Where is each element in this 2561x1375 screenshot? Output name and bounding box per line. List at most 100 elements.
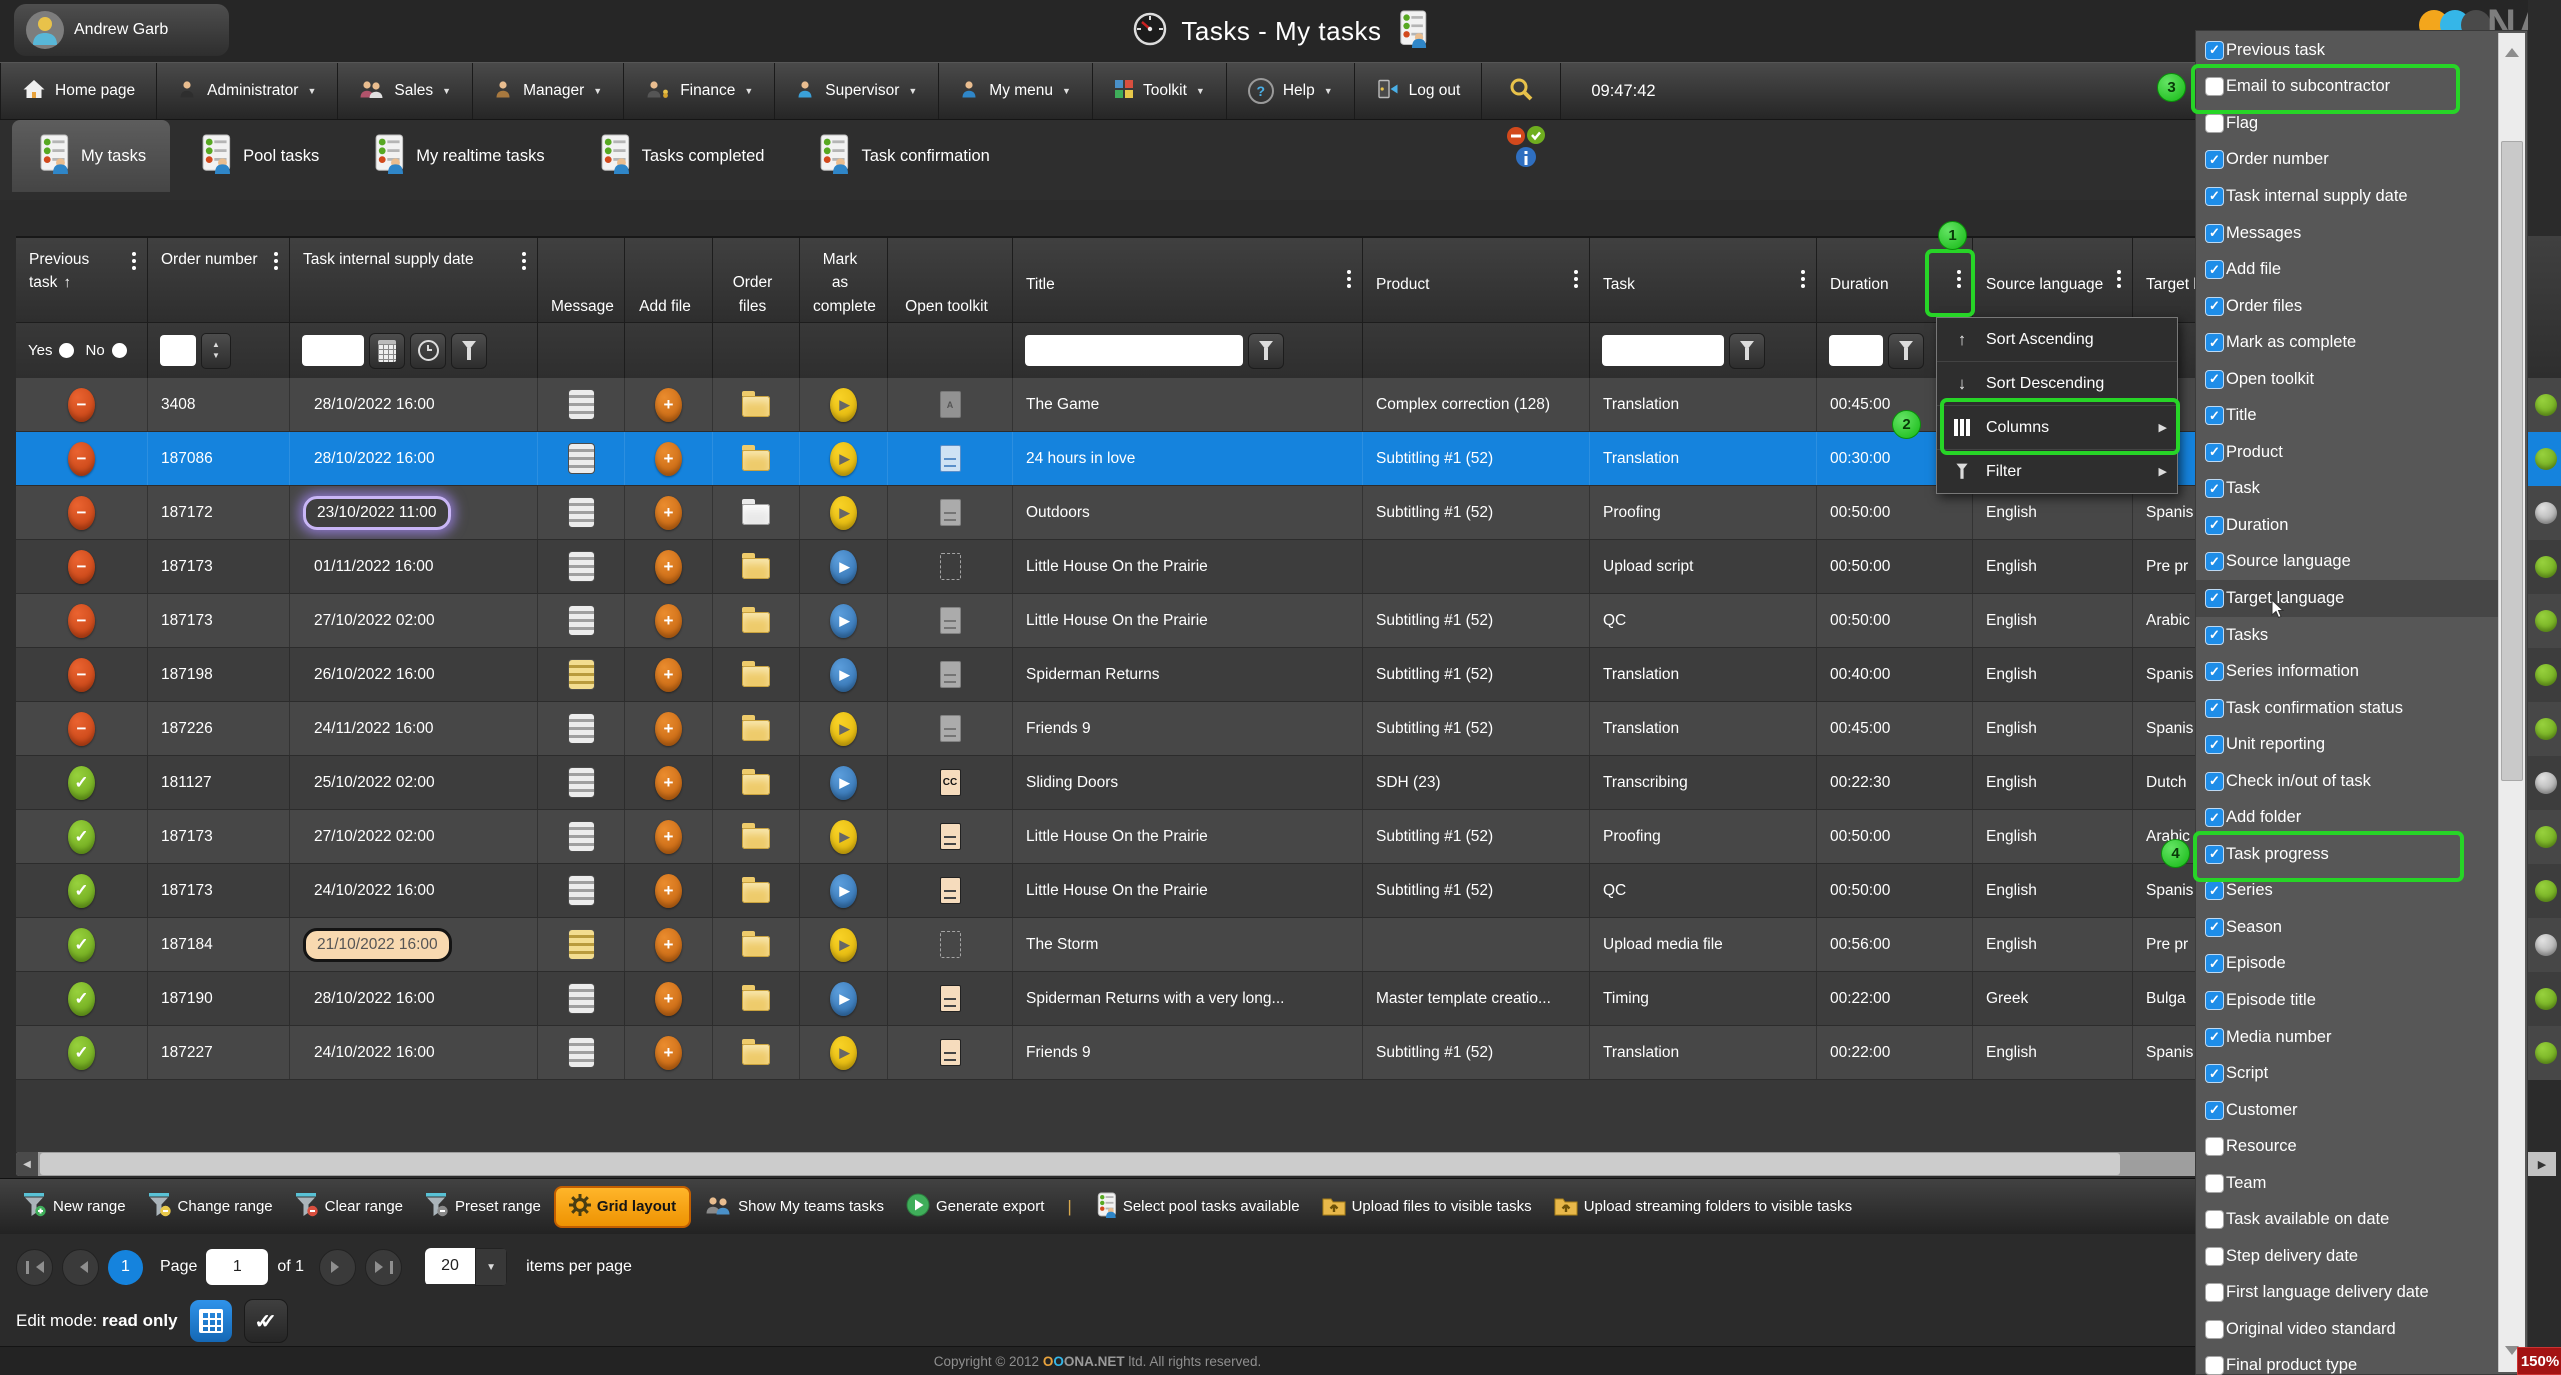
horizontal-scrollbar[interactable]: ◀ [16, 1152, 2528, 1176]
column-header-task-internal-supply-date[interactable]: Task internal supply date [290, 238, 538, 330]
order-files-folder-icon[interactable] [742, 450, 770, 471]
search-button[interactable] [1482, 63, 1561, 119]
title-filter-input[interactable] [1025, 335, 1243, 366]
column-toggle-product[interactable]: ✓ Product [2196, 434, 2501, 471]
message-icon[interactable] [568, 389, 595, 420]
nav-item-supervisor[interactable]: Supervisor ▼ [775, 63, 939, 119]
column-header-add-file[interactable]: Add file [625, 238, 713, 330]
task-incomplete-icon[interactable]: − [68, 604, 95, 638]
tab-task-confirmation[interactable]: Task confirmation [792, 120, 1013, 192]
open-toolkit-icon[interactable] [940, 877, 961, 904]
scroll-left-icon[interactable]: ◀ [16, 1152, 38, 1176]
checkbox-icon[interactable]: ✓ [2205, 516, 2224, 535]
toolbar-button-grid-layout[interactable]: Grid layout [554, 1186, 691, 1228]
order-files-folder-icon[interactable] [742, 936, 770, 957]
checkbox-icon[interactable]: ✓ [2205, 1101, 2224, 1120]
toolbar-button-new-range[interactable]: New range [14, 1187, 135, 1227]
checkbox-icon[interactable]: ✓ [2205, 772, 2224, 791]
current-page-button[interactable]: 1 [108, 1250, 143, 1285]
column-toggle-target-language[interactable]: ✓ Target language [2196, 580, 2501, 617]
table-row[interactable]: ✓ 187173 24/10/2022 16:00 + ▶ Little Hou… [16, 864, 2561, 918]
last-page-button[interactable] [365, 1249, 402, 1286]
column-toggle-duration[interactable]: ✓ Duration [2196, 507, 2501, 544]
mark-as-complete-icon[interactable]: ▶ [830, 712, 857, 746]
column-toggle-order-number[interactable]: ✓ Order number [2196, 142, 2501, 179]
column-toggle-series[interactable]: ✓ Series [2196, 873, 2501, 910]
grid-view-button[interactable] [190, 1300, 232, 1342]
toolbar-button-upload-files-to-visible-tasks[interactable]: Upload files to visible tasks [1313, 1188, 1541, 1226]
column-menu-icon[interactable] [2113, 266, 2125, 292]
column-header-order-number[interactable]: Order number [148, 238, 290, 330]
column-header-source-language[interactable]: Source language [1973, 238, 2133, 330]
supply-date-filter-input[interactable] [302, 335, 364, 366]
checkbox-icon[interactable]: ✓ [2205, 626, 2224, 645]
task-complete-icon[interactable]: ✓ [68, 982, 95, 1016]
column-toggle-add-folder[interactable]: ✓ Add folder [2196, 799, 2501, 836]
toolbar-button-preset-range[interactable]: Preset range [416, 1187, 550, 1227]
multi-select-button[interactable]: ✓✓ [244, 1299, 288, 1343]
mark-as-complete-icon[interactable]: ▶ [830, 550, 857, 584]
mark-as-complete-icon[interactable]: ▶ [830, 928, 857, 962]
duration-filter-input[interactable] [1829, 335, 1883, 366]
table-row[interactable]: − 187086 28/10/2022 16:00 + ▶ 24 hours i… [16, 432, 2561, 486]
checkbox-icon[interactable] [2205, 1137, 2224, 1156]
checkbox-icon[interactable] [2205, 114, 2224, 133]
task-progress-icon[interactable] [2535, 880, 2557, 902]
table-row[interactable]: ✓ 181127 25/10/2022 02:00 + ▶ CC Sliding… [16, 756, 2561, 810]
column-header-open-toolkit[interactable]: Open toolkit [888, 238, 1013, 330]
column-toggle-series-information[interactable]: ✓ Series information [2196, 653, 2501, 690]
task-progress-icon[interactable] [2535, 772, 2557, 794]
column-toggle-source-language[interactable]: ✓ Source language [2196, 544, 2501, 581]
order-files-folder-icon[interactable] [742, 720, 770, 741]
column-toggle-task-confirmation-status[interactable]: ✓ Task confirmation status [2196, 690, 2501, 727]
table-row[interactable]: − 3408 28/10/2022 16:00 + ▶ A The Game C… [16, 378, 2561, 432]
column-toggle-first-language-delivery-date[interactable]: First language delivery date [2196, 1275, 2501, 1312]
checkbox-icon[interactable]: ✓ [2205, 187, 2224, 206]
mark-as-complete-icon[interactable]: ▶ [830, 874, 857, 908]
message-icon[interactable] [568, 1037, 595, 1068]
order-files-folder-icon[interactable] [742, 1044, 770, 1065]
tab-my-realtime-tasks[interactable]: My realtime tasks [347, 120, 568, 192]
order-files-folder-icon[interactable] [742, 504, 770, 525]
order-number-filter-input[interactable] [160, 335, 196, 366]
checkbox-icon[interactable]: ✓ [2205, 954, 2224, 973]
task-complete-icon[interactable]: ✓ [68, 766, 95, 800]
message-icon[interactable] [568, 659, 595, 690]
task-progress-icon[interactable] [2535, 1042, 2557, 1064]
column-toggle-task[interactable]: ✓ Task [2196, 471, 2501, 508]
table-row[interactable]: − 187226 24/11/2022 16:00 + ▶ Friends 9 … [16, 702, 2561, 756]
column-toggle-season[interactable]: ✓ Season [2196, 909, 2501, 946]
checkbox-icon[interactable] [2205, 1320, 2224, 1339]
checkbox-icon[interactable]: ✓ [2205, 918, 2224, 937]
column-toggle-check-in-out-of-task[interactable]: ✓ Check in/out of task [2196, 763, 2501, 800]
open-toolkit-icon[interactable] [940, 985, 961, 1012]
checkbox-icon[interactable]: ✓ [2205, 443, 2224, 462]
nav-item-log-out[interactable]: Log out [1355, 63, 1483, 119]
tab-my-tasks[interactable]: My tasks [12, 120, 170, 192]
table-row[interactable]: − 187198 26/10/2022 16:00 + ▶ Spiderman … [16, 648, 2561, 702]
add-file-icon[interactable]: + [655, 550, 682, 584]
nav-item-sales[interactable]: Sales ▼ [338, 63, 473, 119]
open-toolkit-icon[interactable]: CC [940, 769, 961, 796]
task-incomplete-icon[interactable]: − [68, 550, 95, 584]
message-icon[interactable] [568, 605, 595, 636]
add-file-icon[interactable]: + [655, 874, 682, 908]
checkbox-icon[interactable]: ✓ [2205, 41, 2224, 60]
column-header-mark-as-complete[interactable]: Mark as complete [800, 238, 888, 330]
column-toggle-media-number[interactable]: ✓ Media number [2196, 1019, 2501, 1056]
mark-as-complete-icon[interactable]: ▶ [830, 820, 857, 854]
nav-item-help[interactable]: ? Help ▼ [1227, 63, 1355, 119]
column-toggle-script[interactable]: ✓ Script [2196, 1055, 2501, 1092]
scroll-right-icon[interactable]: ▶ [2528, 1152, 2556, 1176]
checkbox-icon[interactable]: ✓ [2205, 991, 2224, 1010]
table-row[interactable]: ✓ 187190 28/10/2022 16:00 + ▶ Spiderman … [16, 972, 2561, 1026]
column-toggle-resource[interactable]: Resource [2196, 1128, 2501, 1165]
task-filter-button[interactable] [1729, 333, 1765, 369]
task-progress-icon[interactable] [2535, 664, 2557, 686]
scroll-up-icon[interactable] [2505, 41, 2519, 57]
table-row[interactable]: − 187173 01/11/2022 16:00 + ▶ Little Hou… [16, 540, 2561, 594]
column-toggle-step-delivery-date[interactable]: Step delivery date [2196, 1238, 2501, 1275]
checkbox-icon[interactable]: ✓ [2205, 699, 2224, 718]
order-files-folder-icon[interactable] [742, 774, 770, 795]
column-menu-icon[interactable] [128, 248, 140, 274]
